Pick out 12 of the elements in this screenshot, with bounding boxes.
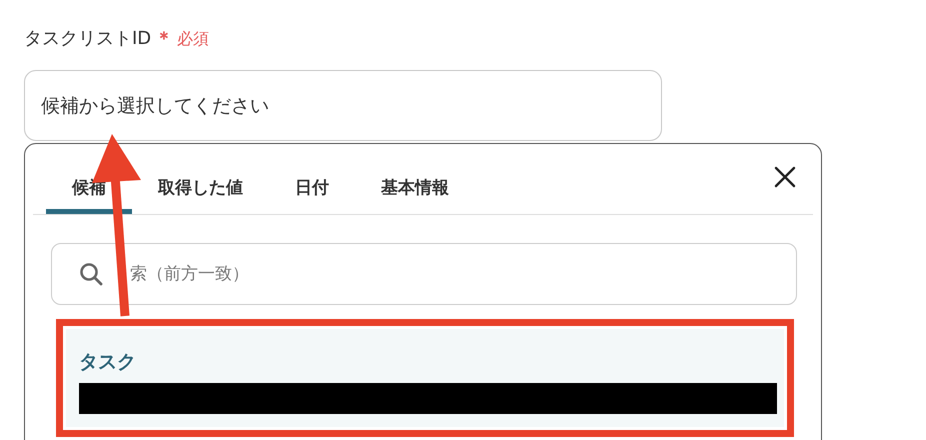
tab[interactable]: 日付 [269, 162, 355, 214]
option-item[interactable]: タスク [66, 329, 784, 427]
required-mark: ＊ [155, 27, 174, 50]
search-field[interactable]: 索（前方一致） [51, 243, 797, 305]
option-label: タスク [79, 350, 137, 375]
field-label: タスクリストID [24, 27, 152, 50]
required-text: 必須 [177, 29, 210, 50]
search-icon [79, 262, 103, 286]
tab[interactable]: 取得した値 [132, 162, 269, 214]
close-icon[interactable] [773, 165, 797, 189]
tab[interactable]: 基本情報 [355, 162, 475, 214]
select-field[interactable]: 候補から選択してください [24, 70, 662, 141]
